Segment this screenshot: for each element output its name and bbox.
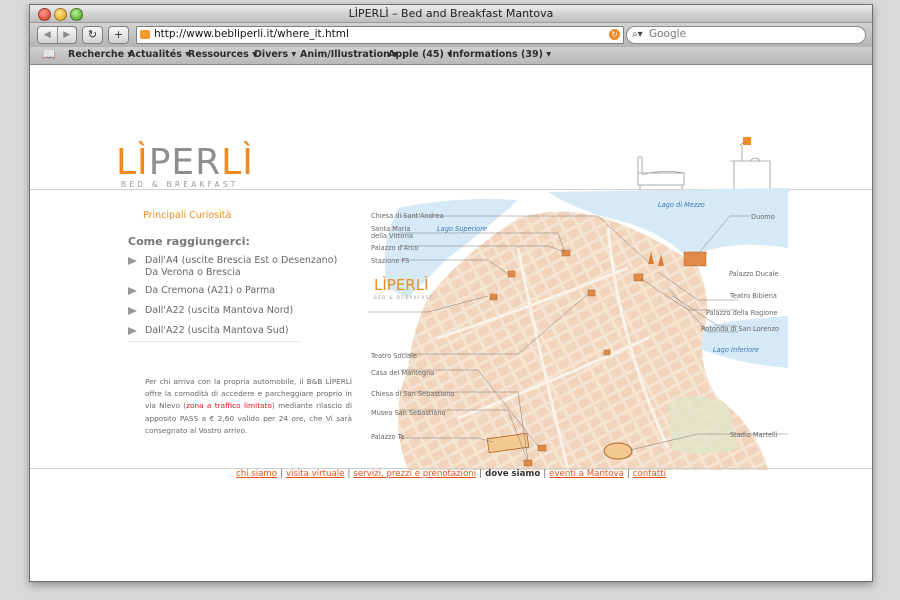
curiosities-link[interactable]: Principali Curiosità (143, 210, 231, 221)
label-museo-san-sebastiano[interactable]: Museo San Sebastiano (371, 409, 446, 417)
route-label: Dall'A4 (uscite Brescia Est o Desenzano) (145, 255, 338, 266)
footer-link-visita-virtuale[interactable]: visita virtuale (286, 469, 344, 479)
route-label: Dall'A22 (uscita Mantova Sud) (145, 325, 289, 336)
label-rotonda-san-lorenzo[interactable]: Rotonda di San Lorenzo (701, 325, 779, 333)
footer-link-eventi[interactable]: eventi a Mantova (549, 469, 624, 479)
bookmark-actualites[interactable]: Actualités ▾ (128, 49, 190, 60)
search-icon: ⌕▾ (632, 29, 643, 40)
label-palazzo-ducale[interactable]: Palazzo Ducale (729, 270, 778, 278)
reload-circle-icon[interactable]: ↻ (609, 29, 620, 40)
label-sant-andrea[interactable]: Chiesa di Sant'Andrea (371, 212, 444, 220)
label-palazzo-te[interactable]: Palazzo Te (371, 433, 405, 441)
label-teatro-bibiena[interactable]: Teatro Bibiena (730, 292, 777, 300)
footer-link-chi-siamo[interactable]: chi siamo (236, 469, 277, 479)
title-bar: LÌPERLÌ – Bed and Breakfast Mantova (30, 5, 872, 23)
label-stazione-fs[interactable]: Stazione FS (371, 257, 409, 265)
label-lago-superiore: Lago Superiore (437, 225, 487, 233)
logo-part-2: PER (148, 142, 222, 183)
parking-paragraph: Per chi arriva con la propria automobile… (145, 376, 352, 437)
site-favicon-icon (140, 30, 150, 39)
search-field[interactable]: ⌕▾ Google (626, 26, 866, 44)
route-label: Da Cremona (A21) o Parma (145, 285, 276, 296)
bookmark-apple[interactable]: Apple (45) ▾ (388, 49, 452, 60)
footer-separator: | (280, 469, 283, 479)
footer-link-servizi[interactable]: servizi, prezzi e prenotazioni (353, 469, 476, 479)
address-bar[interactable]: http://www.bebliperli.it/where_it.html ↻ (136, 26, 624, 44)
bedroom-sketch-illustration (637, 137, 790, 192)
footer-separator: | (626, 469, 630, 479)
ztl-highlight: zona a traffico limitato (186, 401, 272, 411)
logo-part-1: LÌ (116, 142, 149, 183)
add-bookmark-button[interactable]: + (108, 26, 129, 44)
bookmark-anim-illustration[interactable]: Anim/Illustration ▾ (300, 49, 398, 60)
page-content: LÌPERLÌ BED & BREAKFAST Principali Curio… (30, 65, 872, 581)
label-stadio-martelli[interactable]: Stadio Martelli (730, 431, 778, 439)
label-palazzo-ragione[interactable]: Palazzo della Ragione (706, 309, 777, 317)
label-teatro-sociale[interactable]: Teatro Sociale (371, 352, 417, 360)
map-logo: LÌPERLÌ (374, 275, 429, 294)
window-title: LÌPERLÌ – Bed and Breakfast Mantova (348, 7, 554, 20)
search-placeholder: Google (649, 28, 687, 40)
url-text: http://www.bebliperli.it/where_it.html (154, 28, 349, 40)
bookmark-divers[interactable]: Divers ▾ (254, 49, 296, 60)
back-button[interactable]: ◀ (38, 27, 57, 43)
arrow-right-icon (128, 307, 137, 315)
open-book-icon[interactable]: 📖 (42, 48, 56, 61)
route-label: Dall'A22 (uscita Mantova Nord) (145, 305, 294, 316)
footer-current-dove-siamo: dove siamo (485, 469, 541, 479)
footer-nav: chi siamo | visita virtuale | servizi, prezz… (30, 469, 872, 479)
browser-toolbar: ◀ ▶ ↻ + http://www.bebliperli.it/where_i… (30, 23, 872, 47)
section-divider (128, 341, 300, 342)
label-duomo[interactable]: Duomo (751, 213, 775, 221)
bookmarks-bar: 📖 Recherche ▾ Actualités ▾ Ressources ▾ … (30, 47, 872, 65)
site-logo[interactable]: LÌPERLÌ (116, 145, 254, 181)
back-forward-group: ◀ ▶ (37, 26, 77, 44)
browser-window: LÌPERLÌ – Bed and Breakfast Mantova ◀ ▶ … (29, 4, 873, 582)
label-casa-mantegna[interactable]: Casa del Mantegna (371, 369, 434, 377)
label-lago-inferiore: Lago Inferiore (713, 346, 759, 354)
footer-separator: | (479, 469, 483, 479)
label-della-vittoria[interactable]: della Vittoria (371, 232, 413, 240)
label-san-sebastiano[interactable]: Chiesa di San Sebastiano (371, 390, 454, 398)
arrow-right-icon (128, 327, 137, 335)
map-logo-sub: BED & BREAKFAST (374, 295, 434, 300)
reload-button[interactable]: ↻ (82, 26, 103, 44)
footer-link-contatti[interactable]: contatti (633, 469, 666, 479)
bookmark-informations[interactable]: Informations (39) ▾ (449, 49, 551, 60)
bookmark-ressources[interactable]: Ressources ▾ (188, 49, 257, 60)
arrow-right-icon (128, 257, 137, 265)
logo-part-3: LÌ (221, 142, 254, 183)
label-palazzo-darco[interactable]: Palazzo d'Arco (371, 244, 418, 252)
route-sublabel: Da Verona o Brescia (145, 267, 241, 278)
bookmark-recherche[interactable]: Recherche ▾ (68, 49, 132, 60)
label-lago-di-mezzo: Lago di Mezzo (658, 201, 705, 209)
logo-subtitle: BED & BREAKFAST (121, 180, 239, 189)
footer-separator: | (347, 469, 351, 479)
arrow-right-icon (128, 287, 137, 295)
forward-button[interactable]: ▶ (56, 27, 77, 43)
directions-heading: Come raggiungerci: (128, 235, 250, 248)
footer-separator: | (543, 469, 547, 479)
